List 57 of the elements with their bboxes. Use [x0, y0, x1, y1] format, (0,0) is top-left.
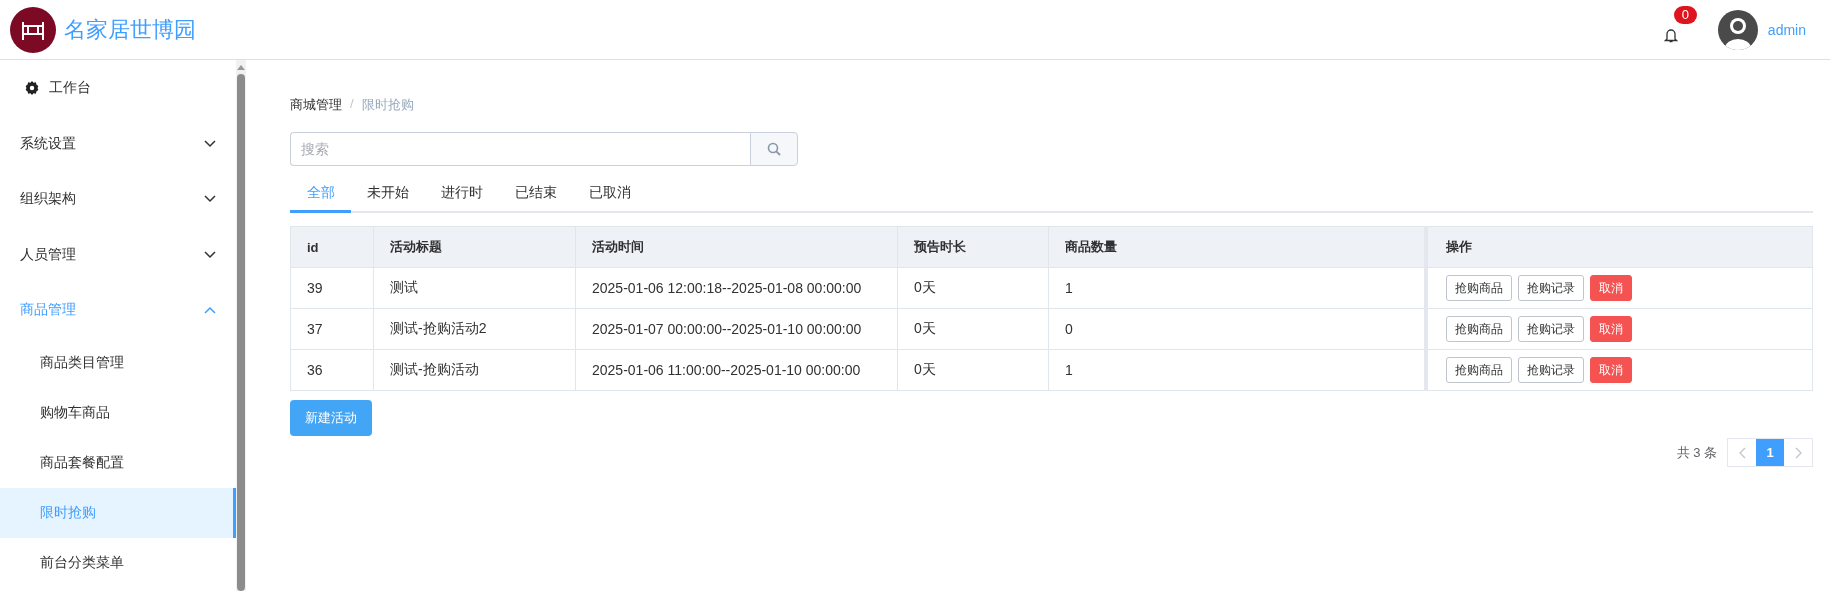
- chevron-down-icon: [204, 195, 216, 204]
- table-cell: 37: [290, 308, 374, 350]
- scrollbar-thumb[interactable]: [237, 74, 245, 591]
- table-cell: 0天: [897, 349, 1049, 391]
- table-cell: 2025-01-06 11:00:00--2025-01-10 00:00:00: [575, 349, 898, 391]
- action-button[interactable]: 抢购商品: [1445, 316, 1512, 342]
- chevron-left-icon: [1738, 446, 1746, 459]
- table-cell: 测试: [373, 267, 576, 309]
- column-header: 商品数量: [1048, 226, 1426, 268]
- search-icon: [767, 142, 781, 156]
- table-cell: 测试-抢购活动: [373, 349, 576, 391]
- chevron-up-icon: [204, 306, 216, 315]
- table-cell: 测试-抢购活动2: [373, 308, 576, 350]
- search-field[interactable]: 搜索: [290, 132, 750, 166]
- filter-tab[interactable]: 已取消: [573, 174, 647, 213]
- filter-tab[interactable]: 未开始: [351, 174, 425, 213]
- chevron-down-icon: [204, 250, 216, 259]
- action-button[interactable]: 抢购记录: [1517, 275, 1584, 301]
- table-cell: 39: [290, 267, 374, 309]
- gear-icon: [25, 81, 39, 95]
- action-button[interactable]: 抢购记录: [1517, 357, 1584, 383]
- breadcrumb-item[interactable]: 商城管理: [290, 96, 342, 114]
- sidebar-subitem[interactable]: 前台分类菜单: [0, 538, 236, 588]
- bell-icon: [1663, 26, 1678, 43]
- chevron-right-icon: [1794, 446, 1802, 459]
- column-header: 预告时长: [897, 226, 1049, 268]
- app-title: 名家居世博园: [64, 15, 196, 44]
- filter-tab[interactable]: 已结束: [499, 174, 573, 213]
- table-cell: 0天: [897, 267, 1049, 309]
- filter-tab[interactable]: 进行时: [425, 174, 499, 213]
- bed-logo-icon: [10, 6, 56, 53]
- sidebar-item[interactable]: 工作台: [0, 60, 236, 116]
- sidebar-item[interactable]: 系统设置: [0, 116, 236, 172]
- avatar-icon: [1717, 9, 1758, 50]
- sidebar-item[interactable]: 人员管理: [0, 227, 236, 283]
- table-cell: 2025-01-07 00:00:00--2025-01-10 00:00:00: [575, 308, 898, 350]
- chevron-down-icon: [204, 139, 216, 148]
- sidebar-item[interactable]: 组织架构: [0, 171, 236, 227]
- column-header: 操作: [1425, 226, 1813, 268]
- scroll-up-icon: [237, 64, 245, 70]
- sidebar-subitem[interactable]: 购物车商品: [0, 388, 236, 438]
- column-header: 活动标题: [373, 226, 576, 268]
- sidebar-subitem[interactable]: 商品类目管理: [0, 338, 236, 388]
- column-header: id: [290, 226, 374, 268]
- notification-badge: 0: [1673, 5, 1698, 24]
- total-count: 共 3 条: [1676, 443, 1717, 462]
- sidebar-subitem[interactable]: 商品套餐配置: [0, 438, 236, 488]
- action-button[interactable]: 抢购商品: [1445, 275, 1512, 301]
- column-header: 活动时间: [575, 226, 898, 268]
- action-button[interactable]: 抢购记录: [1517, 316, 1584, 342]
- table-cell: 36: [290, 349, 374, 391]
- breadcrumb-item: 限时抢购: [361, 96, 414, 114]
- action-button[interactable]: 抢购商品: [1445, 357, 1512, 383]
- table-cell: 0天: [897, 308, 1049, 350]
- search-button[interactable]: [750, 132, 798, 166]
- table-cell: 2025-01-06 12:00:18--2025-01-08 00:00:00: [575, 267, 898, 309]
- breadcrumb-separator: /: [350, 96, 354, 113]
